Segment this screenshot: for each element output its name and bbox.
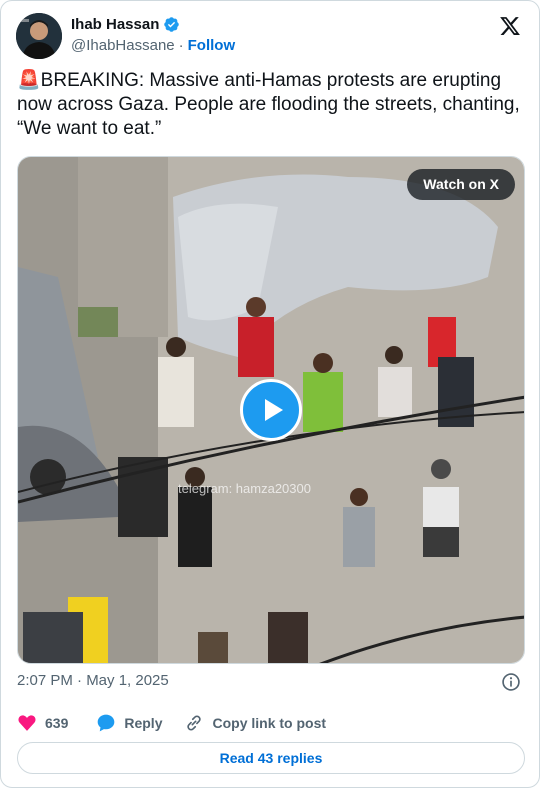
reply-label: Reply [124, 715, 163, 731]
author-name[interactable]: Ihab Hassan [71, 16, 159, 33]
x-logo-icon[interactable] [499, 15, 521, 37]
avatar-image [16, 13, 62, 59]
play-icon [265, 399, 283, 421]
like-count: 639 [45, 715, 69, 731]
post-text: 🚨BREAKING: Massive anti-Hamas protests a… [17, 69, 525, 141]
siren-emoji: 🚨 [17, 70, 41, 91]
post-header: Ihab Hassan @IhabHassane · Follow [16, 13, 524, 61]
watch-on-x-button[interactable]: Watch on X [407, 169, 515, 200]
post-actions: 639 Reply Copy link to post [17, 711, 326, 735]
info-icon[interactable] [501, 672, 521, 692]
video-watermark: telegram: hamza20300 [178, 481, 311, 496]
like-action[interactable]: 639 [17, 713, 68, 733]
embedded-post-card: Ihab Hassan @IhabHassane · Follow 🚨BREAK… [0, 0, 540, 788]
author-name-row: Ihab Hassan [71, 16, 180, 33]
author-handle[interactable]: @IhabHassane [71, 37, 175, 54]
post-timestamp[interactable]: 2:07 PM · May 1, 2025 [17, 672, 169, 689]
copy-link-label: Copy link to post [212, 715, 327, 731]
heart-icon [18, 715, 36, 731]
video-player[interactable]: telegram: hamza20300 Watch on X [17, 156, 525, 664]
link-icon [187, 715, 202, 731]
author-avatar[interactable] [16, 13, 62, 59]
post-body: BREAKING: Massive anti-Hamas protests ar… [17, 70, 520, 139]
read-replies-button[interactable]: Read 43 replies [17, 742, 525, 774]
follow-link[interactable]: Follow [188, 37, 236, 54]
reply-bubble-icon [98, 714, 115, 732]
verified-badge-icon [164, 17, 180, 32]
copy-link-action[interactable]: Copy link to post [184, 713, 326, 733]
reply-action[interactable]: Reply [96, 713, 162, 733]
author-handle-row: @IhabHassane · Follow [71, 37, 235, 54]
play-button[interactable] [240, 379, 302, 441]
handle-separator: · [178, 37, 184, 54]
